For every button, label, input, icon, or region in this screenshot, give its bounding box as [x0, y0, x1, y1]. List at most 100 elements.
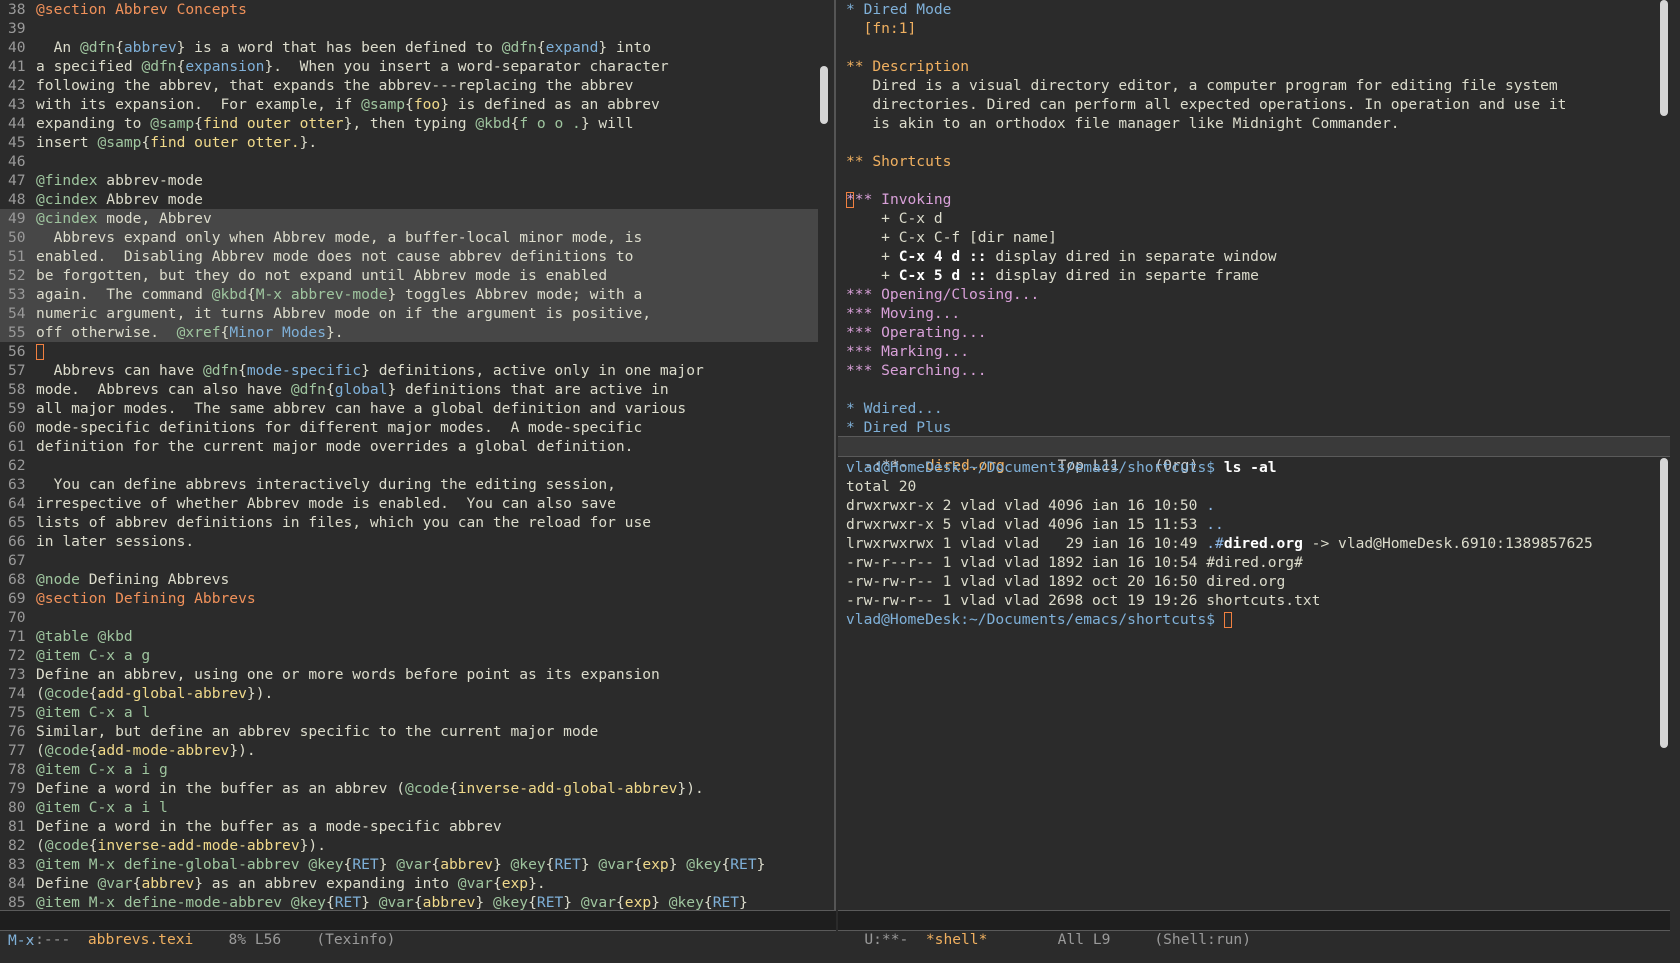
shell-line[interactable]: -rw-rw-r-- 1 vlad vlad 1892 oct 20 16:50… — [838, 572, 1658, 591]
editor-line[interactable]: 80 @item C-x a i l — [0, 798, 818, 817]
org-line[interactable]: *** Moving... — [838, 304, 1658, 323]
editor-line[interactable]: 69 @section Defining Abbrevs — [0, 589, 818, 608]
shell-line[interactable]: vlad@HomeDesk:~/Documents/emacs/shortcut… — [838, 610, 1658, 629]
editor-line[interactable]: 39 — [0, 19, 818, 38]
editor-line[interactable]: 64 irrespective of whether Abbrev mode is… — [0, 494, 818, 513]
editor-line[interactable]: 52 be forgotten, but they do not expand u… — [0, 266, 818, 285]
editor-line[interactable]: 56 — [0, 342, 818, 361]
shell-buffer-text[interactable]: vlad@HomeDesk:~/Documents/emacs/shortcut… — [838, 458, 1658, 629]
editor-line[interactable]: 65 lists of abbrev definitions in files, … — [0, 513, 818, 532]
shell-modeline[interactable]: U:**- *shell* All L9 (Shell:run) — [838, 910, 1670, 948]
editor-line[interactable]: 48 @cindex Abbrev mode — [0, 190, 818, 209]
texinfo-modeline[interactable]: -:--- abbrevs.texi 8% L56 (Texinfo) — [0, 910, 836, 948]
org-line[interactable]: *** Invoking — [838, 190, 1658, 209]
org-line[interactable]: + C-x 5 d :: display dired in separte fr… — [838, 266, 1658, 285]
editor-line[interactable]: 41 a specified @dfn{expansion}. When you … — [0, 57, 818, 76]
editor-line[interactable]: 68 @node Defining Abbrevs — [0, 570, 818, 589]
editor-line[interactable]: 53 again. The command @kbd{M-x abbrev-mod… — [0, 285, 818, 304]
left-editor-pane[interactable]: 38 @section Abbrev Concepts 39 40 An @dfn{a… — [0, 0, 818, 910]
org-line[interactable]: + C-x d — [838, 209, 1658, 228]
left-scrollbar-thumb[interactable] — [820, 66, 828, 124]
editor-line[interactable]: 73 Define an abbrev, using one or more wo… — [0, 665, 818, 684]
shell-line[interactable]: drwxrwxr-x 5 vlad vlad 4096 ian 15 11:53… — [838, 515, 1658, 534]
editor-line[interactable]: 50 Abbrevs expand only when Abbrev mode,… — [0, 228, 818, 247]
editor-line[interactable]: 44 expanding to @samp{find outer otter}, … — [0, 114, 818, 133]
org-line[interactable]: + C-x C-f [dir name] — [838, 228, 1658, 247]
editor-line[interactable]: 85 @item M-x define-mode-abbrev @key{RET}… — [0, 893, 818, 910]
editor-line[interactable]: 67 — [0, 551, 818, 570]
editor-line[interactable]: 45 insert @samp{find outer otter.}. — [0, 133, 818, 152]
org-line[interactable]: *** Operating... — [838, 323, 1658, 342]
left-scrollbar[interactable] — [818, 0, 830, 910]
org-line[interactable] — [838, 380, 1658, 399]
org-line[interactable]: directories. Dired can perform all expec… — [838, 95, 1658, 114]
editor-line[interactable]: 38 @section Abbrev Concepts — [0, 0, 818, 19]
org-line[interactable]: is akin to an orthodox file manager like… — [838, 114, 1658, 133]
editor-line[interactable]: 84 Define @var{abbrev} as an abbrev expan… — [0, 874, 818, 893]
editor-line[interactable]: 60 mode-specific definitions for differen… — [0, 418, 818, 437]
editor-line[interactable]: 49 @cindex mode, Abbrev — [0, 209, 818, 228]
org-line[interactable]: ** Shortcuts — [838, 152, 1658, 171]
org-buffer-pane[interactable]: * Dired Mode [fn:1] ** Description Dired … — [838, 0, 1658, 436]
org-line[interactable]: [fn:1] — [838, 19, 1658, 38]
org-line[interactable] — [838, 38, 1658, 57]
editor-line[interactable]: 72 @item C-x a g — [0, 646, 818, 665]
line-number: 61 — [8, 438, 26, 455]
org-line[interactable]: ** Description — [838, 57, 1658, 76]
org-line[interactable]: * Wdired... — [838, 399, 1658, 418]
org-line[interactable]: Dired is a visual directory editor, a co… — [838, 76, 1658, 95]
org-line[interactable]: * Dired Mode — [838, 0, 1658, 19]
editor-line[interactable]: 46 — [0, 152, 818, 171]
shell-scrollbar-thumb[interactable] — [1660, 458, 1668, 748]
editor-line[interactable]: 83 @item M-x define-global-abbrev @key{RE… — [0, 855, 818, 874]
shell-line[interactable]: lrwxrwxrwx 1 vlad vlad 29 ian 16 10:49 .… — [838, 534, 1658, 553]
org-line[interactable]: *** Marking... — [838, 342, 1658, 361]
org-modeline[interactable]: -:**- dired.org Top L11 (Org) — [838, 436, 1670, 474]
editor-line[interactable]: 57 Abbrevs can have @dfn{mode-specific} … — [0, 361, 818, 380]
editor-line[interactable]: 55 off otherwise. @xref{Minor Modes}. — [0, 323, 818, 342]
line-text: (@code{add-mode-abbrev}). — [36, 742, 256, 759]
editor-line[interactable]: 40 An @dfn{abbrev} is a word that has be… — [0, 38, 818, 57]
shell-line[interactable]: -rw-rw-r-- 1 vlad vlad 2698 oct 19 19:26… — [838, 591, 1658, 610]
editor-line[interactable]: 76 Similar, but define an abbrev specific… — [0, 722, 818, 741]
editor-line[interactable]: 42 following the abbrev, that expands the… — [0, 76, 818, 95]
editor-line[interactable]: 61 definition for the current major mode … — [0, 437, 818, 456]
editor-line[interactable]: 63 You can define abbrevs interactively … — [0, 475, 818, 494]
editor-line[interactable]: 59 all major modes. The same abbrev can h… — [0, 399, 818, 418]
org-line[interactable]: + C-x 4 d :: display dired in separate w… — [838, 247, 1658, 266]
editor-line[interactable]: 54 numeric argument, it turns Abbrev mode… — [0, 304, 818, 323]
shell-line[interactable]: vlad@HomeDesk:~/Documents/emacs/shortcut… — [838, 458, 1658, 477]
editor-line[interactable]: 79 Define a word in the buffer as an abbr… — [0, 779, 818, 798]
shell-line[interactable]: total 20 — [838, 477, 1658, 496]
shell-line[interactable]: -rw-r--r-- 1 vlad vlad 1892 ian 16 10:54… — [838, 553, 1658, 572]
text-segment: @key — [510, 856, 546, 873]
org-line[interactable] — [838, 133, 1658, 152]
editor-line[interactable]: 58 mode. Abbrevs can also have @dfn{globa… — [0, 380, 818, 399]
editor-line[interactable]: 47 @findex abbrev-mode — [0, 171, 818, 190]
right-top-scrollbar[interactable] — [1658, 0, 1670, 436]
editor-line[interactable]: 66 in later sessions. — [0, 532, 818, 551]
org-line[interactable]: *** Searching... — [838, 361, 1658, 380]
shell-scrollbar[interactable] — [1658, 458, 1670, 910]
editor-line[interactable]: 74 (@code{add-global-abbrev}). — [0, 684, 818, 703]
org-line[interactable]: * Dired Plus — [838, 418, 1658, 436]
editor-line[interactable]: 43 with its expansion. For example, if @s… — [0, 95, 818, 114]
texinfo-buffer-text[interactable]: 38 @section Abbrev Concepts 39 40 An @dfn{a… — [0, 0, 818, 910]
editor-line[interactable]: 77 (@code{add-mode-abbrev}). — [0, 741, 818, 760]
org-line[interactable]: *** Opening/Closing... — [838, 285, 1658, 304]
shell-line[interactable]: drwxrwxr-x 2 vlad vlad 4096 ian 16 10:50… — [838, 496, 1658, 515]
shell-buffer-pane[interactable]: vlad@HomeDesk:~/Documents/emacs/shortcut… — [838, 458, 1658, 910]
editor-line[interactable]: 82 (@code{inverse-add-mode-abbrev}). — [0, 836, 818, 855]
editor-line[interactable]: 71 @table @kbd — [0, 627, 818, 646]
minibuffer[interactable]: M-x — [0, 930, 1680, 952]
editor-line[interactable]: 70 — [0, 608, 818, 627]
editor-line[interactable]: 78 @item C-x a i g — [0, 760, 818, 779]
editor-line[interactable]: 62 — [0, 456, 818, 475]
right-top-scrollbar-thumb[interactable] — [1660, 0, 1668, 116]
editor-line[interactable]: 81 Define a word in the buffer as a mode-… — [0, 817, 818, 836]
org-buffer-text[interactable]: * Dired Mode [fn:1] ** Description Dired … — [838, 0, 1658, 436]
window-divider[interactable] — [834, 0, 836, 930]
org-line[interactable] — [838, 171, 1658, 190]
editor-line[interactable]: 51 enabled. Disabling Abbrev mode does no… — [0, 247, 818, 266]
editor-line[interactable]: 75 @item C-x a l — [0, 703, 818, 722]
